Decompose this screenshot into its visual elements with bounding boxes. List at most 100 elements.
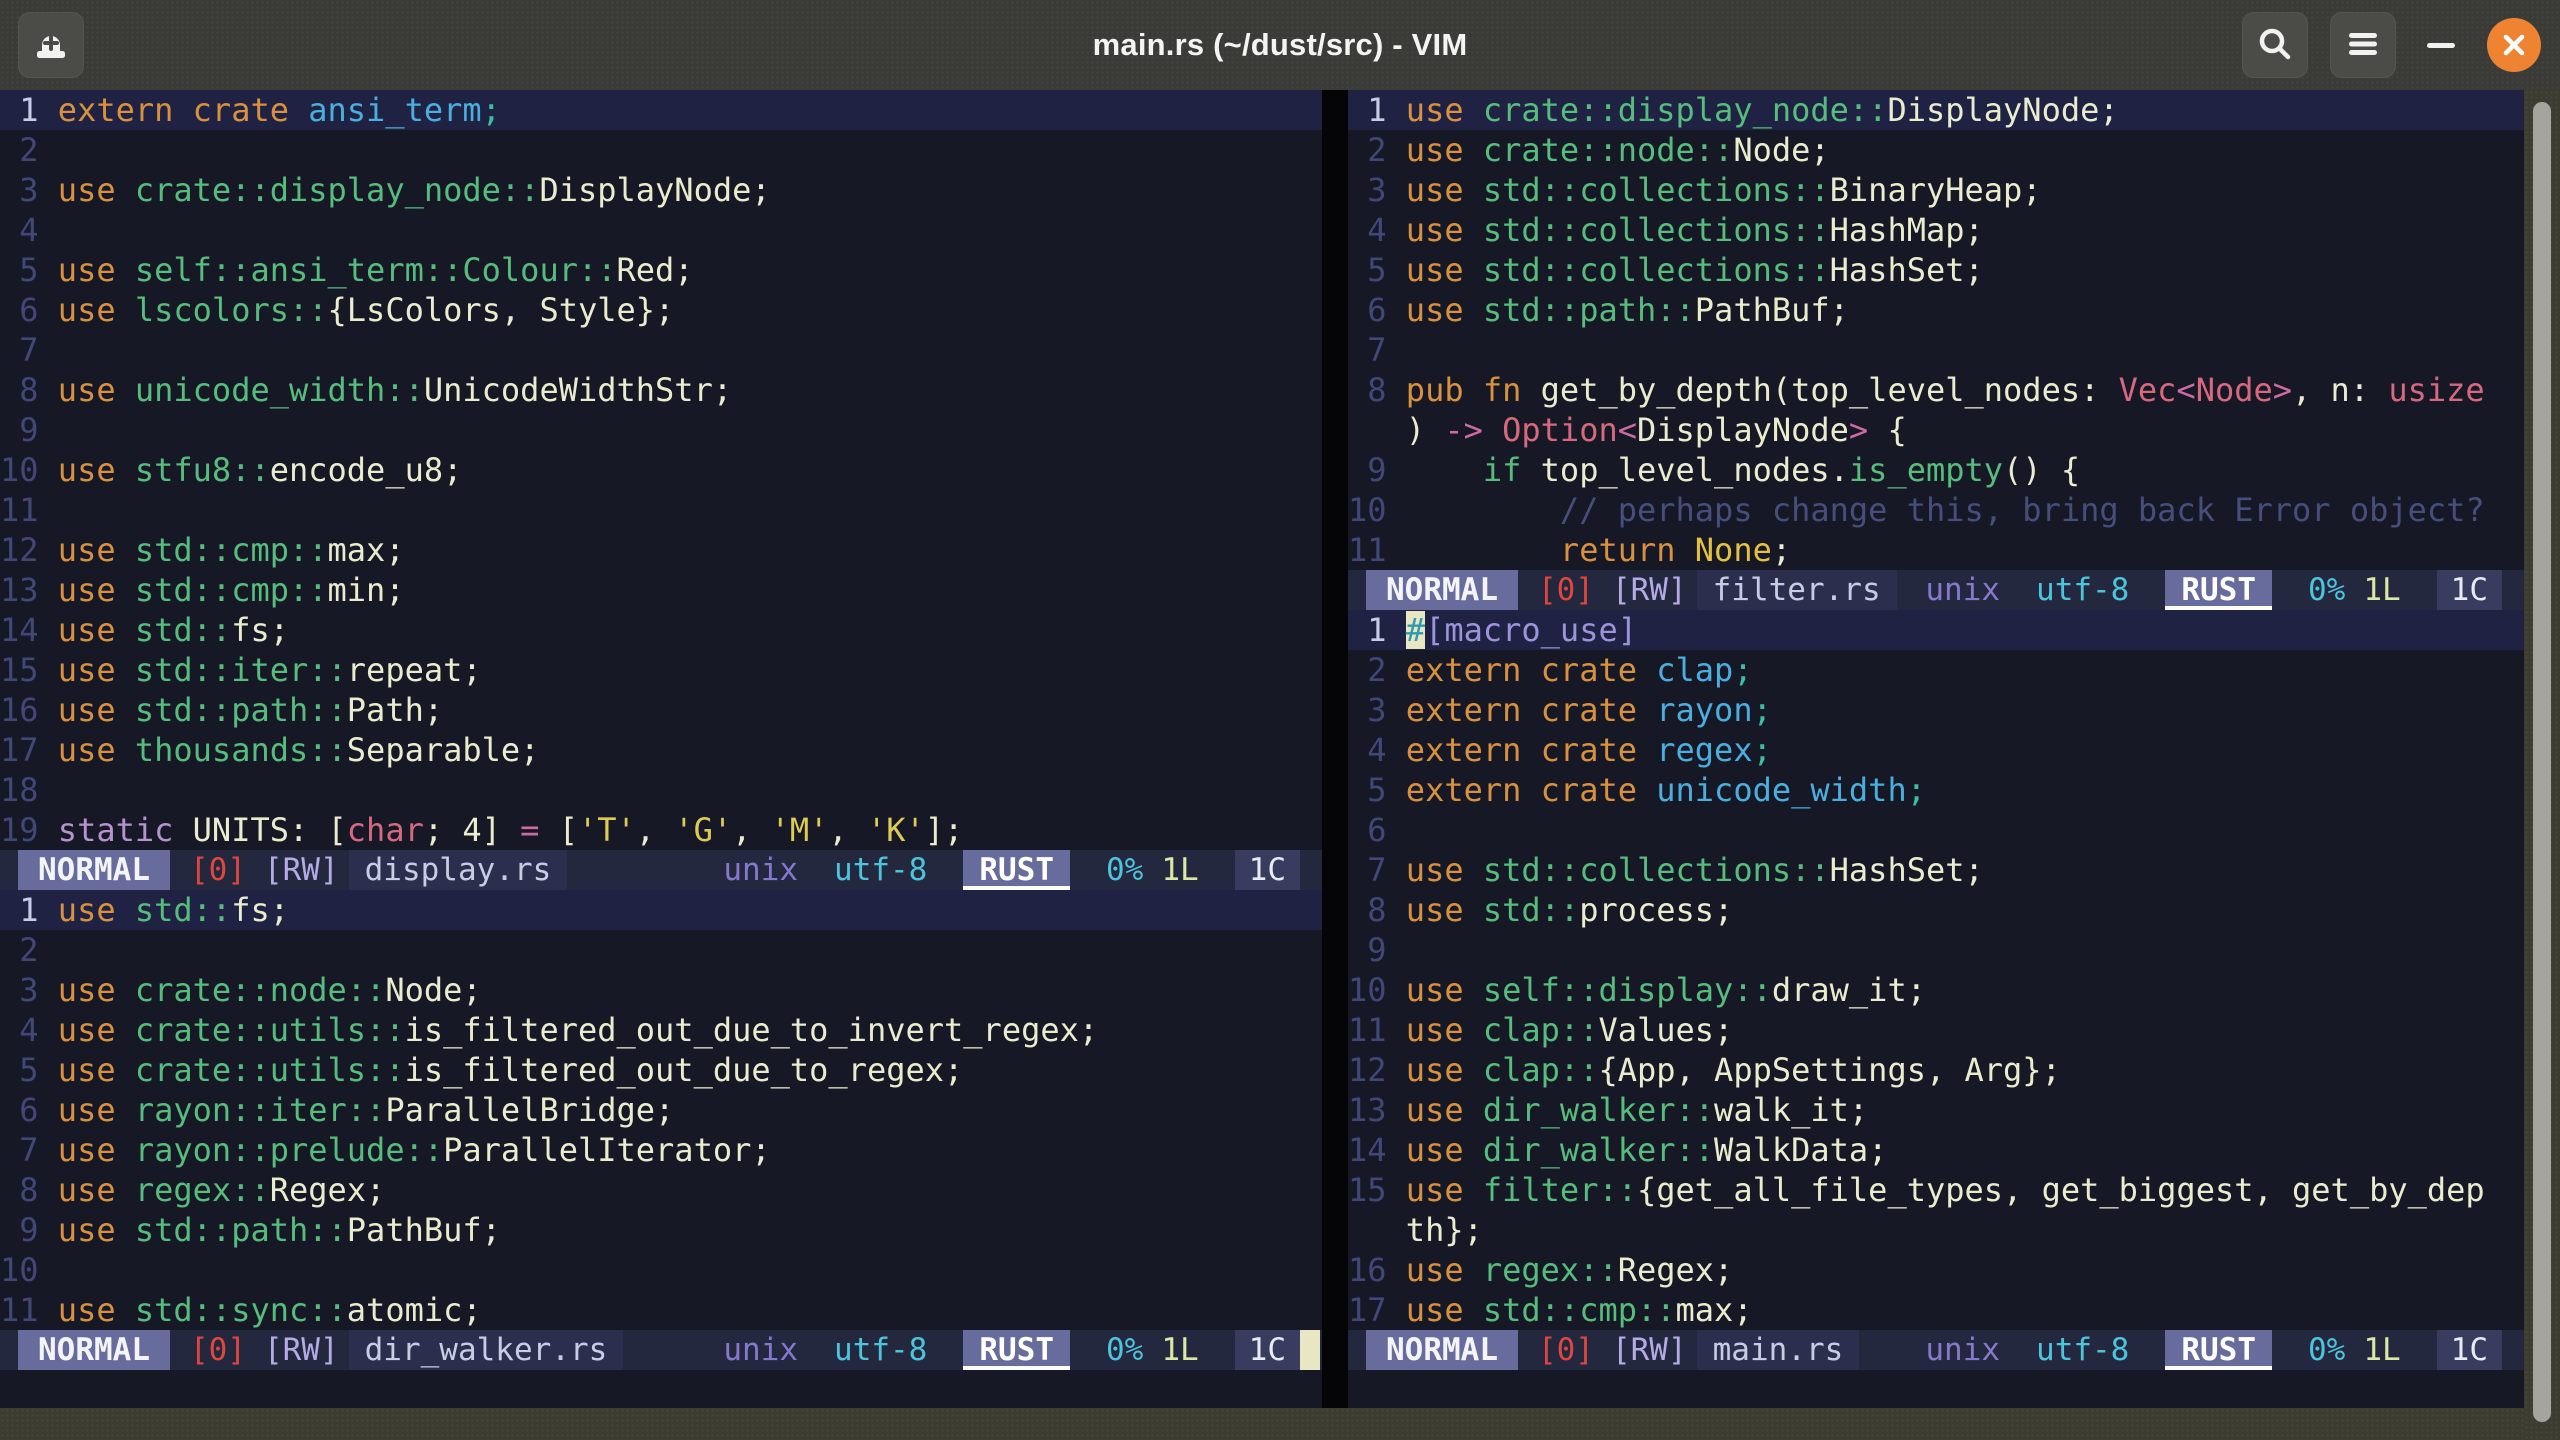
line-number: 2 — [1348, 651, 1406, 689]
code-line: 15 use filter::{get_all_file_types, get_… — [1348, 1170, 2524, 1210]
editor-pane-display.rs[interactable]: 1 extern crate ansi_term; 2 3 use crate:… — [0, 90, 1322, 850]
code-token: PathBuf; — [347, 1211, 501, 1249]
code-token: std::collections:: — [1483, 211, 1830, 249]
editor-pane-main.rs[interactable]: 1 #[macro_use] 2 extern crate clap; 3 ex… — [1348, 610, 2524, 1330]
status-os: unix — [723, 850, 798, 890]
code-token: , n: — [2292, 371, 2388, 409]
code-line: 19 static UNITS: [char; 4] = ['T', 'G', … — [0, 810, 1322, 850]
code-token: use — [58, 251, 135, 289]
status-readwrite: [RW] — [264, 850, 339, 890]
code-line: 2 — [0, 130, 1322, 170]
line-number: 7 — [0, 331, 58, 369]
statusline-display.rs: NORMAL[0][RW]display.rsunixutf-8RUST0%1L… — [0, 850, 1322, 890]
code-line: 14 use std::fs; — [0, 610, 1322, 650]
code-token: use — [1406, 211, 1483, 249]
minimize-button[interactable] — [2418, 12, 2464, 78]
code-line: 8 use unicode_width::UnicodeWidthStr; — [0, 370, 1322, 410]
menu-button[interactable] — [2330, 12, 2396, 78]
code-token: Path; — [347, 691, 443, 729]
status-filename: main.rs — [1697, 1330, 1860, 1370]
line-number: 12 — [1348, 1051, 1406, 1089]
line-number: 15 — [0, 651, 58, 689]
code-token: , — [636, 811, 675, 849]
code-token: use — [58, 731, 135, 769]
code-token: BinaryHeap; — [1830, 171, 2042, 209]
code-token: crate::display_node:: — [135, 171, 540, 209]
status-mode: NORMAL — [1366, 570, 1518, 610]
search-button[interactable] — [2242, 12, 2308, 78]
line-number: 11 — [1348, 1011, 1406, 1049]
line-number: 8 — [0, 371, 58, 409]
code-token: is_empty — [1849, 451, 2003, 489]
code-token: char — [347, 811, 424, 849]
status-line-count: 1L — [1161, 850, 1198, 890]
code-token: get_by_depth — [1541, 371, 1772, 409]
code-token: ; — [1753, 691, 1772, 729]
code-line: 6 use rayon::iter::ParallelBridge; — [0, 1090, 1322, 1130]
line-number: 13 — [1348, 1091, 1406, 1129]
code-token: {get_all_file_types, get_biggest, get_by… — [1637, 1171, 2485, 1209]
headerbar: main.rs (~/dust/src) - VIM — [0, 0, 2560, 90]
code-line: 3 extern crate rayon; — [1348, 690, 2524, 730]
code-token: UNITS: [ — [193, 811, 347, 849]
line-number: 8 — [1348, 371, 1406, 409]
code-line: 5 extern crate unicode_width; — [1348, 770, 2524, 810]
code-line: 2 extern crate clap; — [1348, 650, 2524, 690]
line-number: 4 — [0, 1011, 58, 1049]
line-number: 3 — [0, 171, 58, 209]
code-token: > — [1849, 411, 1868, 449]
code-line: 6 — [1348, 810, 2524, 850]
code-token: std::collections:: — [1483, 851, 1830, 889]
line-number: 17 — [0, 731, 58, 769]
code-token: std:: — [1483, 891, 1579, 929]
code-token: use — [1406, 1051, 1483, 1089]
editor-pane-dir_walker.rs[interactable]: 1 use std::fs; 2 3 use crate::node::Node… — [0, 890, 1322, 1330]
code-line: 5 use crate::utils::is_filtered_out_due_… — [0, 1050, 1322, 1090]
line-number: 7 — [1348, 331, 1406, 369]
line-number: 1 — [1348, 91, 1406, 129]
line-number: 13 — [0, 571, 58, 609]
terminal-content: 1 extern crate ansi_term; 2 3 use crate:… — [0, 90, 2524, 1408]
code-token: regex:: — [1483, 1251, 1618, 1289]
status-position: 0%1L — [2308, 570, 2401, 610]
code-token: use — [58, 371, 135, 409]
code-token: {LsColors, Style}; — [328, 291, 675, 329]
code-token: th}; — [1406, 1211, 1483, 1249]
code-token: unicode_width — [1656, 771, 1906, 809]
code-token: ; 4] — [424, 811, 520, 849]
code-token: std::path:: — [135, 691, 347, 729]
code-token: crate::display_node:: — [1483, 91, 1888, 129]
code-token: max; — [328, 531, 405, 569]
code-token: repeat; — [347, 651, 482, 689]
code-token: PathBuf; — [1695, 291, 1849, 329]
code-token: extern crate — [1406, 731, 1656, 769]
scrollbar-trough[interactable] — [2524, 90, 2560, 1440]
code-token: ; — [1733, 651, 1752, 689]
code-token: 'G' — [674, 811, 732, 849]
status-column: 1C — [2437, 570, 2502, 610]
editor-pane-filter.rs[interactable]: 1 use crate::display_node::DisplayNode; … — [1348, 90, 2524, 570]
statusline-left: NORMAL[0][RW]dir_walker.rs — [18, 1330, 623, 1370]
code-line: 8 use regex::Regex; — [0, 1170, 1322, 1210]
line-number: 5 — [1348, 251, 1406, 289]
close-button[interactable] — [2486, 12, 2542, 78]
code-token: {App, AppSettings, Arg}; — [1598, 1051, 2060, 1089]
code-token: extern crate — [1406, 771, 1656, 809]
code-token: thousands:: — [135, 731, 347, 769]
code-token: use — [58, 1011, 135, 1049]
line-number: 16 — [1348, 1251, 1406, 1289]
code-line: 4 extern crate regex; — [1348, 730, 2524, 770]
statusline-right: unixutf-8RUST0%1L1C — [1925, 570, 2502, 610]
code-token: 'K' — [867, 811, 925, 849]
scrollbar-thumb[interactable] — [2533, 102, 2551, 1422]
line-number: 9 — [0, 1211, 58, 1249]
status-os: unix — [1925, 1330, 2000, 1370]
code-token: std::collections:: — [1483, 251, 1830, 289]
status-line-count: 1L — [1161, 1330, 1198, 1370]
code-token: is_filtered_out_due_to_regex; — [405, 1051, 964, 1089]
code-token: (top_level_nodes: — [1772, 371, 2119, 409]
code-line: 10 — [0, 1250, 1322, 1290]
code-token: std:: — [135, 891, 231, 929]
code-token: draw_it; — [1772, 971, 1926, 1009]
code-line: 10 // perhaps change this, bring back Er… — [1348, 490, 2524, 530]
